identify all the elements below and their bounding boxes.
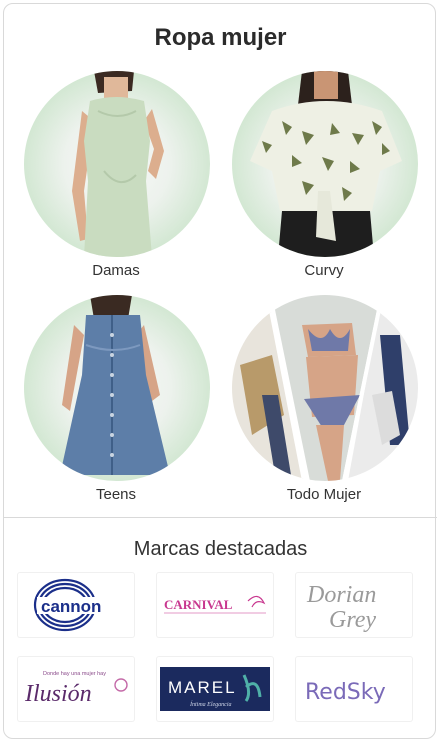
- section-title: Ropa mujer: [154, 24, 287, 51]
- curvy-image: [232, 71, 418, 257]
- redsky-logo-text: RedSky: [305, 680, 386, 705]
- brand-carnival[interactable]: CARNIVAL: [157, 573, 273, 637]
- category-curvy[interactable]: Curvy: [226, 71, 422, 283]
- ilusion-tagline: Donde hay una mujer hay: [43, 671, 106, 677]
- cannon-logo: cannon: [33, 578, 117, 632]
- cannon-logo-text: cannon: [41, 597, 101, 616]
- carnival-logo: CARNIVAL: [164, 595, 266, 614]
- category-panel: Ropa mujer Damas Curvy Teens Todo Mujer …: [3, 3, 437, 739]
- brand-marel[interactable]: MAREL Íntima Elegancia: [157, 657, 273, 721]
- category-damas[interactable]: Damas: [18, 71, 214, 283]
- category-label: Teens: [95, 486, 137, 503]
- todo-mujer-image: [232, 295, 418, 481]
- damas-image: [24, 71, 210, 257]
- brands-title: Marcas destacadas: [133, 538, 308, 560]
- carnival-logo-text: CARNIVAL: [164, 597, 233, 612]
- ilusion-logo: Donde hay una mujer hay Ilusión: [24, 671, 128, 707]
- brand-dorian-grey[interactable]: Dorian Grey: [296, 573, 412, 637]
- dorian-grey-logo: Dorian Grey: [306, 582, 376, 633]
- brand-cannon[interactable]: cannon: [18, 573, 134, 637]
- category-todo-mujer[interactable]: Todo Mujer: [226, 295, 422, 507]
- category-label: Damas: [92, 262, 140, 279]
- brand-ilusion[interactable]: Donde hay una mujer hay Ilusión: [18, 657, 134, 721]
- dorian-logo-text: Dorian: [306, 582, 376, 608]
- category-teens[interactable]: Teens: [18, 295, 214, 507]
- category-label: Curvy: [304, 262, 344, 279]
- redsky-logo: RedSky: [305, 680, 386, 705]
- section-divider: [4, 517, 437, 518]
- category-label: Todo Mujer: [286, 486, 362, 503]
- ilusion-logo-text: Ilusión: [24, 681, 92, 707]
- marel-logo-text: MAREL: [168, 678, 237, 697]
- marel-logo: MAREL Íntima Elegancia: [160, 667, 270, 711]
- brand-redsky[interactable]: RedSky: [296, 657, 412, 721]
- teens-image: [24, 295, 210, 481]
- marel-tagline: Íntima Elegancia: [189, 700, 232, 708]
- grey-logo-text: Grey: [329, 607, 376, 633]
